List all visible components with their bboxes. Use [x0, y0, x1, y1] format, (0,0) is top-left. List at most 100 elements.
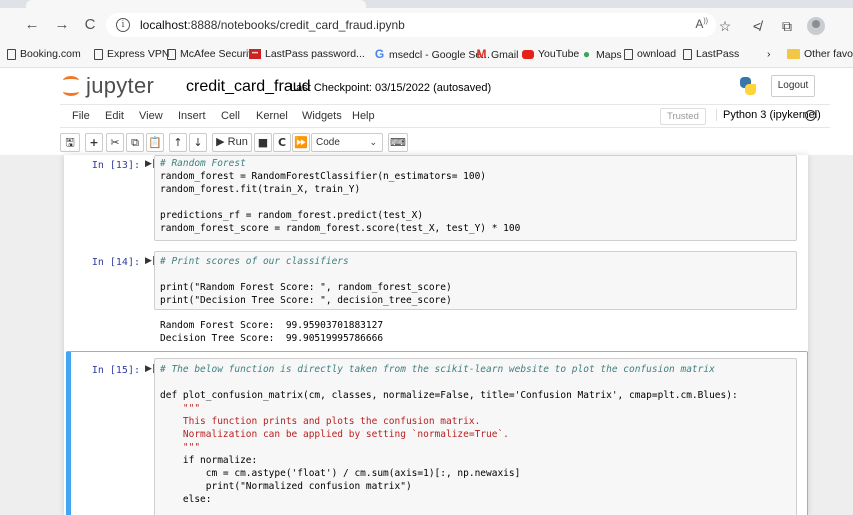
code-cell-input[interactable]: # Random Forest random_forest = RandomFo… — [154, 155, 797, 241]
chevron-down-icon: ⌄ — [369, 137, 377, 147]
page-icon — [624, 48, 633, 60]
bookmark-mcafee[interactable]: McAfee Security — [167, 48, 256, 60]
bookmark-booking[interactable]: Booking.com — [7, 48, 81, 60]
restart-icon: C — [277, 136, 287, 149]
cell-type-value: Code — [316, 137, 340, 148]
bookmark-maps[interactable]: ● Maps — [581, 48, 622, 61]
stop-icon: ■ — [257, 136, 269, 149]
code-line: print("Random Forest Score: ", random_fo… — [160, 282, 452, 293]
bookmark-label: Booking.com — [20, 48, 81, 60]
bookmark-lastpass[interactable]: LastPass — [683, 48, 739, 60]
active-tab[interactable] — [26, 0, 366, 8]
read-aloud-icon[interactable]: A)) — [695, 17, 708, 31]
url-text[interactable]: localhost:8888/notebooks/credit_card_fra… — [140, 18, 405, 32]
paste-button[interactable]: 📋 — [146, 133, 164, 152]
site-info-icon[interactable]: i — [116, 18, 130, 32]
address-bar[interactable]: i localhost:8888/notebooks/credit_card_f… — [106, 13, 716, 37]
bookmark-download[interactable]: ownload — [624, 48, 676, 60]
favorites-icon[interactable]: ≮ — [748, 17, 766, 35]
move-up-button[interactable]: ↑ — [169, 133, 187, 152]
menu-bar: File Edit View Insert Cell Kernel Widget… — [60, 104, 830, 128]
collections-icon[interactable]: ⧉ — [778, 17, 796, 35]
code-line: This function prints and plots the confu… — [160, 416, 481, 427]
menu-file[interactable]: File — [72, 110, 90, 122]
reload-button[interactable]: C — [80, 15, 100, 35]
cut-button[interactable]: ✂ — [106, 133, 124, 152]
bookmarks-bar: Booking.com Express VPN McAfee Security … — [0, 42, 853, 68]
code-line: predictions_rf = random_forest.predict(t… — [160, 210, 424, 221]
code-cell-input[interactable]: # The below function is directly taken f… — [154, 358, 797, 515]
trusted-badge[interactable]: Trusted — [660, 108, 706, 125]
code-line: # Random Forest — [160, 158, 246, 169]
plus-icon: + — [89, 136, 99, 149]
page-icon — [167, 48, 176, 60]
restart-run-all-button[interactable]: ⏩ — [292, 133, 310, 152]
save-button[interactable]: 🖫 — [60, 133, 80, 152]
bookmark-youtube[interactable]: YouTube — [522, 48, 579, 60]
move-down-button[interactable]: ↓ — [189, 133, 207, 152]
notebook-toolbar: 🖫 + ✂ ⧉ 📋 ↑ ↓ ▶ Run ■ C ⏩ Code ⌄ ⌨ — [60, 131, 830, 155]
interrupt-button[interactable]: ■ — [254, 133, 272, 152]
play-icon: ▶ — [216, 136, 225, 148]
fast-forward-icon: ⏩ — [294, 136, 308, 149]
page-icon — [94, 48, 103, 60]
menu-widgets[interactable]: Widgets — [302, 110, 342, 122]
kernel-status-icon — [805, 110, 816, 121]
menu-edit[interactable]: Edit — [105, 110, 124, 122]
checkpoint-status: Last Checkpoint: 03/15/2022 (autosaved) — [290, 82, 492, 94]
copy-button[interactable]: ⧉ — [126, 133, 144, 152]
code-cell-input[interactable]: # Print scores of our classifiers print(… — [154, 251, 797, 310]
bookmark-lastpass-password[interactable]: ••• LastPass password... — [249, 48, 365, 60]
cell-output-line: Random Forest Score: 99.95903701883127 — [160, 320, 384, 331]
arrow-down-icon: ↓ — [193, 136, 203, 149]
address-row: ← → C i localhost:8888/notebooks/credit_… — [0, 8, 853, 42]
bookmark-label: LastPass password... — [265, 48, 365, 60]
jupyter-header: jupyter credit_card_fraud Last Checkpoin… — [0, 68, 853, 104]
code-line: """ — [160, 442, 201, 453]
bookmark-label: Express VPN — [107, 48, 170, 60]
cell-type-select[interactable]: Code ⌄ — [311, 133, 383, 152]
add-favorite-icon[interactable]: ☆ — [716, 17, 734, 35]
bookmark-expressvpn[interactable]: Express VPN — [94, 48, 169, 60]
menu-view[interactable]: View — [139, 110, 163, 122]
logout-button[interactable]: Logout — [771, 75, 815, 97]
arrow-up-icon: ↑ — [173, 136, 183, 149]
cell-prompt: In [15]: — [91, 365, 140, 376]
gmail-icon: M — [476, 47, 487, 61]
code-line: random_forest.fit(train_X, train_Y) — [160, 184, 361, 195]
browser-tab-strip — [0, 0, 853, 8]
back-icon: ← — [24, 16, 40, 33]
bookmark-label: Other favo — [804, 48, 853, 60]
jupyter-wordmark[interactable]: jupyter — [86, 73, 154, 99]
reload-icon: C — [84, 16, 96, 33]
jupyter-logo-icon[interactable] — [62, 74, 80, 98]
menu-cell[interactable]: Cell — [221, 110, 240, 122]
forward-icon: → — [54, 16, 70, 33]
bookmark-label: LastPass — [696, 48, 740, 60]
bookmark-msedcl-google[interactable]: Gmsedcl - Google Se... — [374, 48, 490, 61]
code-line: else: — [160, 494, 212, 505]
cell-prompt: In [14]: — [91, 257, 140, 268]
code-line: # The below function is directly taken f… — [160, 364, 715, 375]
code-line: if normalize: — [160, 455, 258, 466]
restart-button[interactable]: C — [273, 133, 291, 152]
insert-cell-button[interactable]: + — [85, 133, 103, 152]
menu-insert[interactable]: Insert — [178, 110, 206, 122]
python-logo-icon — [738, 76, 758, 96]
run-button[interactable]: ▶ Run — [212, 133, 252, 152]
youtube-icon — [522, 49, 534, 59]
bookmarks-overflow-button[interactable]: › — [767, 48, 771, 60]
back-button[interactable]: ← — [22, 15, 42, 35]
forward-button[interactable]: → — [52, 15, 72, 35]
menu-kernel[interactable]: Kernel — [256, 110, 288, 122]
profile-avatar[interactable] — [807, 17, 825, 35]
url-path: :8888/notebooks/credit_card_fraud.ipynb — [187, 18, 405, 32]
scissors-icon: ✂ — [110, 136, 120, 149]
command-palette-button[interactable]: ⌨ — [388, 133, 408, 152]
menu-help[interactable]: Help — [352, 110, 375, 122]
bookmark-label: ownload — [637, 48, 677, 60]
page-icon — [683, 48, 692, 60]
bookmark-gmail[interactable]: M Gmail — [476, 47, 519, 61]
bookmark-other-favorites[interactable]: Other favo — [787, 48, 853, 60]
copy-icon: ⧉ — [131, 136, 139, 149]
